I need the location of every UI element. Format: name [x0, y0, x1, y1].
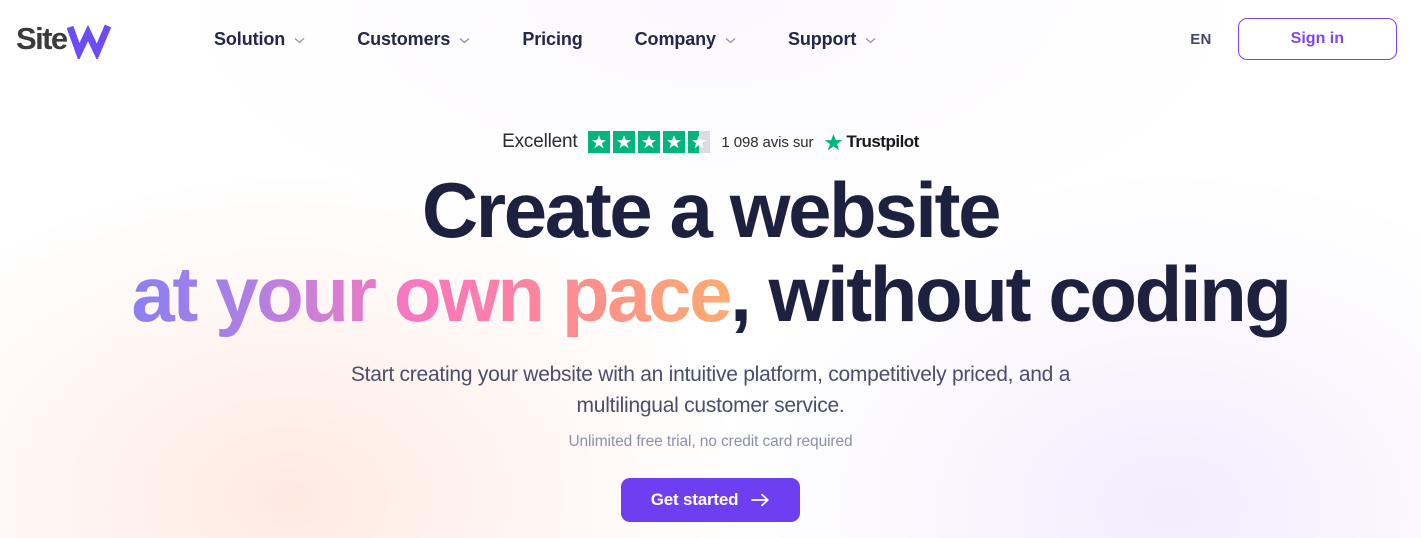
page-title: Create a website at your own pace, witho…	[41, 166, 1381, 333]
headline-line-2-rest: , without coding	[730, 249, 1292, 338]
nav-item-label: Solution	[214, 28, 286, 49]
chevron-down-icon	[294, 37, 305, 44]
main-navigation: Solution Customers Pricing Company Suppo…	[188, 21, 902, 58]
site-header: Site Solution Customers Pricing Company	[0, 0, 1421, 78]
nav-item-company[interactable]: Company	[609, 21, 762, 58]
chevron-down-icon	[865, 37, 876, 44]
chevron-down-icon	[459, 37, 470, 44]
header-actions: EN Sign in	[1186, 18, 1397, 60]
trustpilot-stars	[588, 131, 711, 153]
headline-line-2: at your own pace, without coding	[41, 255, 1381, 333]
cta-container: Get started	[0, 477, 1421, 522]
star-icon	[588, 131, 611, 153]
star-icon	[663, 131, 686, 153]
sign-in-button[interactable]: Sign in	[1237, 18, 1397, 60]
nav-item-label: Pricing	[522, 28, 583, 49]
nav-item-pricing[interactable]: Pricing	[496, 21, 608, 58]
trustpilot-star-icon	[824, 133, 843, 152]
hero-section: Excellent 1 098 avis sur Trustpilot Crea…	[0, 78, 1421, 522]
star-icon	[638, 131, 661, 153]
trustpilot-rating[interactable]: Excellent 1 098 avis sur Trustpilot	[0, 130, 1421, 154]
nav-item-label: Company	[634, 28, 716, 49]
language-switcher[interactable]: EN	[1186, 25, 1215, 54]
sitew-logo[interactable]: Site	[16, 19, 128, 59]
get-started-button[interactable]: Get started	[620, 477, 801, 522]
nav-item-support[interactable]: Support	[762, 21, 902, 58]
nav-item-label: Customers	[357, 28, 451, 49]
arrow-right-icon	[751, 493, 770, 507]
headline-gradient-text: at your own pace	[131, 249, 732, 338]
trustpilot-review-count: 1 098 avis sur	[721, 133, 814, 151]
star-half-icon	[688, 131, 711, 153]
hero-fineprint: Unlimited free trial, no credit card req…	[568, 432, 853, 450]
nav-item-customers[interactable]: Customers	[331, 21, 496, 58]
headline-line-1: Create a website	[421, 166, 1002, 254]
nav-item-label: Support	[787, 28, 857, 49]
chevron-down-icon	[725, 37, 736, 44]
get-started-label: Get started	[650, 489, 739, 509]
hero-subheading: Start creating your website with an intu…	[350, 363, 1071, 417]
svg-text:Site: Site	[16, 21, 68, 56]
trustpilot-wordmark: Trustpilot	[846, 132, 919, 151]
star-icon	[613, 131, 636, 153]
nav-item-solution[interactable]: Solution	[188, 21, 331, 58]
trustpilot-rating-word: Excellent	[502, 131, 578, 152]
trustpilot-logo[interactable]: Trustpilot	[824, 132, 919, 152]
